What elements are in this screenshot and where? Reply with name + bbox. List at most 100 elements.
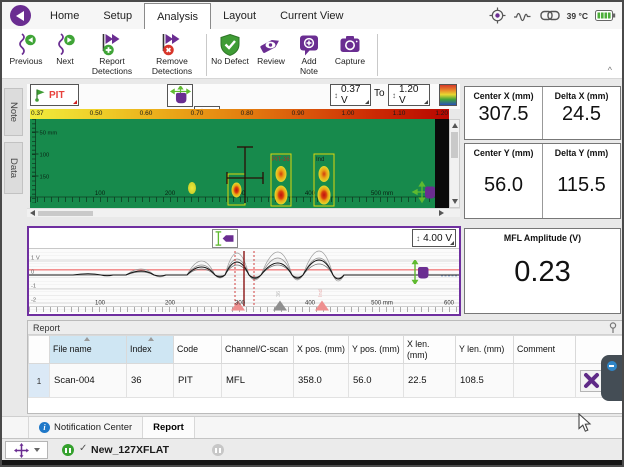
ribbon-toolbar: Previous Next Report Detections Remove D… bbox=[2, 29, 622, 79]
scrollbar-thumb[interactable] bbox=[451, 132, 458, 158]
delete-row-button[interactable] bbox=[580, 369, 602, 392]
column-header-x-pos[interactable]: X pos. (mm) bbox=[293, 335, 349, 364]
report-detections-button[interactable]: Report Detections bbox=[83, 31, 141, 77]
tab-current-view[interactable]: Current View bbox=[268, 2, 355, 29]
spinner-icon: ↕ bbox=[334, 90, 338, 100]
measure-tool-button[interactable] bbox=[212, 228, 238, 248]
scroll-left-icon[interactable] bbox=[30, 210, 35, 216]
scroll-down-icon[interactable] bbox=[451, 199, 458, 204]
strip-chart[interactable]: 36 Ind 1 V 0 -1 -2 100 200 300 400 500 m… bbox=[29, 249, 459, 313]
info-icon: i bbox=[39, 422, 50, 433]
cscan-view[interactable]: 50 mm 100 150 100 200 300 400 500 mm bbox=[30, 119, 449, 208]
pan-tool-button[interactable] bbox=[167, 84, 193, 107]
table-row[interactable]: 1 Scan-004 36 PIT MFL 358.0 56.0 22.5 10… bbox=[28, 363, 622, 398]
column-header-channel[interactable]: Channel/C-scan bbox=[221, 335, 294, 364]
report-header-row: File name Index Code Channel/C-scan X po… bbox=[28, 335, 622, 364]
review-icon bbox=[259, 33, 283, 57]
column-header-y-len[interactable]: Y len. (mm) bbox=[455, 335, 514, 364]
tab-analysis-label: Analysis bbox=[157, 10, 199, 23]
cscan-x-tick: 100 bbox=[95, 190, 106, 197]
battery-icon bbox=[595, 9, 616, 22]
amplitude-min-spinner[interactable]: ↕ 0.37 V bbox=[330, 84, 371, 106]
back-icon bbox=[15, 10, 24, 21]
cscan-horizontal-scrollbar[interactable] bbox=[27, 208, 460, 217]
add-note-label: Add Note bbox=[300, 56, 318, 76]
measurement-box-x: Center X (mm) 307.5 Delta X (mm) 24.5 bbox=[464, 86, 621, 140]
colorbar-tick: 1.00 bbox=[341, 110, 355, 117]
tab-report[interactable]: Report bbox=[142, 417, 195, 438]
spinner-icon: ↕ bbox=[416, 233, 421, 243]
column-header-index[interactable]: Index bbox=[126, 335, 174, 364]
side-panel-handle[interactable] bbox=[601, 355, 622, 401]
capture-button[interactable]: Capture bbox=[326, 31, 374, 67]
setup-status-icon bbox=[62, 444, 74, 456]
collapse-ribbon-button[interactable]: ^ bbox=[608, 65, 612, 75]
colorbar-tick: 0.90 bbox=[291, 110, 305, 117]
add-note-button[interactable]: Add Note bbox=[292, 31, 326, 77]
colorbar-tick: 0.50 bbox=[89, 110, 103, 117]
amplitude-max-spinner[interactable]: ↕ 1.20 V bbox=[388, 84, 430, 106]
move-icon bbox=[13, 442, 29, 458]
indication-code-button[interactable]: PIT bbox=[30, 84, 79, 106]
column-header-y-pos[interactable]: Y pos. (mm) bbox=[348, 335, 404, 364]
tab-home[interactable]: Home bbox=[38, 2, 91, 29]
capture-icon bbox=[338, 33, 362, 57]
strip-scale-spinner[interactable]: ↕ 4.00 V bbox=[412, 229, 456, 247]
indication-blob bbox=[188, 182, 196, 194]
strip-chart-panel: ↕ 4.00 V 36 Ind 1 V 0 -1 -2 100 200 300 … bbox=[27, 226, 461, 316]
delete-x-icon bbox=[583, 373, 599, 388]
tab-setup-label: Setup bbox=[103, 9, 133, 22]
cscan-end-strip bbox=[435, 119, 449, 208]
strip-chart-header: ↕ 4.00 V bbox=[29, 228, 459, 249]
report-table: File name Index Code Channel/C-scan X po… bbox=[28, 335, 622, 398]
ribbon-separator bbox=[377, 33, 378, 76]
cell-channel: MFL bbox=[221, 363, 294, 398]
cscan-vertical-scrollbar[interactable] bbox=[449, 119, 460, 208]
column-header-code[interactable]: Code bbox=[173, 335, 222, 364]
sidebar-tab-note[interactable]: Note bbox=[4, 88, 23, 136]
scrollbar-thumb[interactable] bbox=[38, 211, 93, 216]
pan-hand-icon bbox=[169, 85, 191, 106]
remove-detections-button[interactable]: Remove Detections bbox=[141, 31, 203, 77]
back-button[interactable] bbox=[10, 5, 31, 26]
sidebar-tab-data[interactable]: Data bbox=[4, 142, 23, 194]
delta-x-label: Delta X (mm) bbox=[554, 91, 609, 101]
detection-marker[interactable] bbox=[315, 300, 329, 311]
column-header-comment[interactable]: Comment bbox=[513, 335, 576, 364]
previous-button[interactable]: Previous bbox=[5, 31, 47, 67]
status-bar: ✓ New_127XFLAT bbox=[2, 438, 622, 460]
no-defect-button[interactable]: No Defect bbox=[210, 31, 250, 67]
move-tool-button[interactable] bbox=[5, 441, 48, 459]
delta-x-readout: Delta X (mm) 24.5 bbox=[542, 87, 620, 139]
next-button[interactable]: Next bbox=[47, 31, 83, 67]
scroll-right-icon[interactable] bbox=[439, 210, 444, 216]
cscan-x-tick: 500 mm bbox=[371, 190, 393, 197]
center-y-label: Center Y (mm) bbox=[473, 148, 534, 158]
center-y-value: 56.0 bbox=[484, 174, 523, 196]
scroll-up-icon[interactable] bbox=[451, 123, 458, 128]
bottom-edge-strip bbox=[2, 460, 622, 465]
row-number-header bbox=[28, 335, 50, 364]
tab-setup[interactable]: Setup bbox=[91, 2, 144, 29]
waveform-icon bbox=[513, 9, 533, 23]
tab-layout[interactable]: Layout bbox=[211, 2, 268, 29]
detection-label: PIT-36 bbox=[272, 157, 290, 163]
detection-label: Ind bbox=[316, 157, 324, 163]
column-header-x-len[interactable]: X len. (mm) bbox=[403, 335, 456, 364]
app-window: Home Setup Analysis Layout Current View bbox=[0, 0, 624, 467]
check-icon: ✓ bbox=[79, 443, 88, 454]
ribbon-separator bbox=[206, 33, 207, 76]
tab-notification-center[interactable]: i Notification Center bbox=[28, 417, 142, 438]
column-header-file-name[interactable]: File name bbox=[49, 335, 127, 364]
sidebar-tab-note-label: Note bbox=[8, 101, 19, 123]
delta-y-label: Delta Y (mm) bbox=[554, 148, 609, 158]
pin-icon[interactable] bbox=[609, 321, 617, 334]
colorbar-tick: 1.10 bbox=[392, 110, 406, 117]
detection-marker[interactable] bbox=[273, 300, 287, 311]
tab-analysis[interactable]: Analysis bbox=[144, 3, 212, 29]
color-palette-button[interactable] bbox=[439, 84, 457, 106]
cell-file-name: Scan-004 bbox=[49, 363, 127, 398]
review-button[interactable]: Review bbox=[250, 31, 292, 67]
colorbar-tick: 0.70 bbox=[190, 110, 204, 117]
strip-y-tick: 1 V bbox=[31, 256, 40, 262]
